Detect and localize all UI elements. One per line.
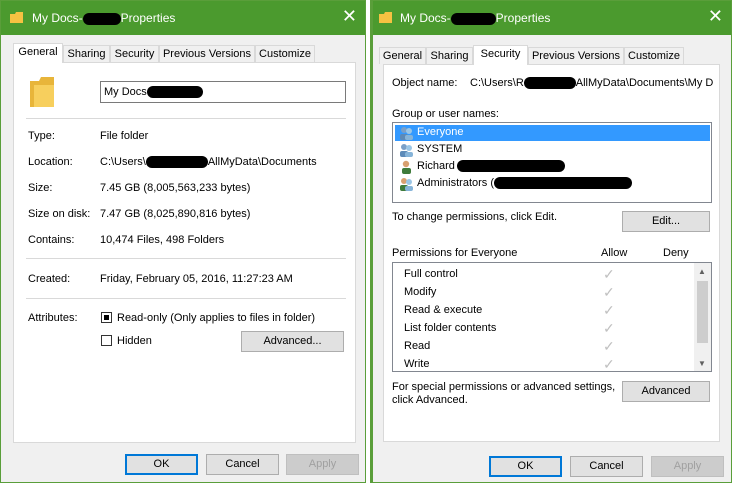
divider (26, 118, 346, 119)
apply-button[interactable]: Apply (651, 456, 724, 477)
properties-window-general: My Docs- Properties ✕ General Sharing Sec… (0, 0, 366, 483)
tab-general[interactable]: General (13, 43, 63, 63)
allow-check-icon: ✓ (603, 266, 615, 282)
special-permissions-text: For special permissions or advanced sett… (392, 381, 616, 393)
change-permissions-text: To change permissions, click Edit. (392, 211, 558, 223)
title-bar[interactable]: My Docs- Properties ✕ (1, 1, 365, 35)
folder-large-icon (30, 77, 54, 107)
user-item-everyone[interactable]: Everyone (395, 125, 710, 141)
user-name: Everyone (417, 126, 464, 138)
folder-name-field[interactable]: My Docs (100, 81, 346, 103)
user-item-system[interactable]: SYSTEM (395, 142, 710, 158)
divider (26, 258, 346, 259)
security-panel: Object name: C:\Users\R AllMyData\Documen… (383, 64, 720, 442)
folder-icon (10, 12, 23, 23)
size-on-disk-value: 7.47 GB (8,025,890,816 bytes) (100, 208, 251, 220)
tab-previous-versions[interactable]: Previous Versions (159, 45, 255, 62)
scroll-up-icon[interactable]: ▲ (698, 267, 706, 276)
attributes-label: Attributes: (28, 312, 78, 324)
permission-name: Write (404, 358, 430, 370)
object-name-value: C:\Users\R AllMyData\Documents\My D (470, 77, 714, 90)
users-group-icon (400, 127, 413, 140)
permission-row: Write ✓ (393, 356, 693, 372)
properties-window-security: My Docs- Properties ✕ General Sharing Sec… (370, 0, 732, 483)
permission-row: Full control ✓ (393, 266, 693, 284)
permissions-list[interactable]: Full control ✓ Modify ✓ Read & execute ✓ Li… (392, 262, 712, 372)
user-name: SYSTEM (417, 143, 463, 155)
close-button[interactable]: ✕ (342, 7, 357, 25)
hidden-checkbox[interactable] (101, 335, 112, 346)
contains-label: Contains: (28, 234, 75, 246)
permission-name: Read (404, 340, 431, 352)
user-item-richard[interactable]: Richard (395, 159, 710, 175)
edit-button[interactable]: Edit... (622, 211, 710, 232)
folder-icon (379, 12, 392, 23)
divider (26, 298, 346, 299)
location-label: Location: (28, 156, 73, 168)
permission-name: Modify (404, 286, 437, 298)
tab-security[interactable]: Security (473, 45, 528, 65)
group-label: Group or user names: (392, 108, 499, 120)
location-value: C:\Users\ AllMyData\Documents (100, 156, 317, 169)
tab-security[interactable]: Security (110, 45, 159, 62)
advanced-button[interactable]: Advanced... (241, 331, 344, 352)
permission-row: Read & execute ✓ (393, 302, 693, 320)
user-item-administrators[interactable]: Administrators ( (395, 176, 710, 192)
users-group-icon (400, 178, 413, 191)
object-name-label: Object name: (392, 77, 458, 89)
user-name: Richard (417, 160, 565, 173)
tab-sharing[interactable]: Sharing (63, 45, 110, 62)
allow-check-icon: ✓ (603, 284, 615, 300)
ok-button[interactable]: OK (125, 454, 198, 475)
window-title: My Docs- Properties (400, 11, 551, 25)
title-bar[interactable]: My Docs- Properties ✕ (373, 1, 731, 35)
allow-check-icon: ✓ (603, 338, 615, 354)
deny-header: Deny (663, 247, 689, 259)
readonly-checkbox[interactable] (101, 312, 112, 323)
readonly-label: Read-only (Only applies to files in fold… (117, 312, 316, 324)
type-value: File folder (100, 130, 149, 142)
contains-value: 10,474 Files, 498 Folders (100, 234, 225, 246)
user-icon (402, 160, 411, 174)
permission-name: Read & execute (404, 304, 483, 316)
permissions-for-label: Permissions for Everyone (392, 247, 518, 259)
user-list[interactable]: Everyone SYSTEM Richard Administrators ( (392, 122, 712, 203)
permission-row: List folder contents ✓ (393, 320, 693, 338)
allow-check-icon: ✓ (603, 302, 615, 318)
cancel-button[interactable]: Cancel (206, 454, 279, 475)
tab-previous-versions[interactable]: Previous Versions (528, 47, 624, 64)
cancel-button[interactable]: Cancel (570, 456, 643, 477)
folder-name-value: My Docs (104, 86, 203, 99)
permission-row: Read ✓ (393, 338, 693, 356)
advanced-button[interactable]: Advanced (622, 381, 710, 402)
special-permissions-text-2: click Advanced. (392, 394, 468, 406)
permission-name: List folder contents (404, 322, 497, 334)
created-label: Created: (28, 273, 71, 285)
user-name: Administrators ( (417, 177, 633, 190)
users-group-icon (400, 144, 413, 157)
type-label: Type: (28, 130, 55, 142)
scroll-thumb[interactable] (697, 281, 708, 343)
close-button[interactable]: ✕ (708, 7, 723, 25)
tab-customize[interactable]: Customize (255, 45, 315, 62)
allow-check-icon: ✓ (603, 356, 615, 372)
scrollbar[interactable]: ▲ ▼ (694, 263, 711, 371)
size-label: Size: (28, 182, 53, 194)
created-value: Friday, February 05, 2016, 11:27:23 AM (100, 273, 293, 285)
size-on-disk-label: Size on disk: (28, 208, 91, 220)
general-panel: My Docs Type: File folder Location: C:\U… (13, 62, 356, 443)
permission-row: Modify ✓ (393, 284, 693, 302)
ok-button[interactable]: OK (489, 456, 562, 477)
tab-general[interactable]: General (379, 47, 426, 64)
tab-customize[interactable]: Customize (624, 47, 684, 64)
hidden-label: Hidden (117, 335, 152, 347)
size-value: 7.45 GB (8,005,563,233 bytes) (100, 182, 251, 194)
scroll-down-icon[interactable]: ▼ (698, 359, 706, 368)
allow-check-icon: ✓ (603, 320, 615, 336)
permission-name: Full control (404, 268, 458, 280)
apply-button[interactable]: Apply (286, 454, 359, 475)
allow-header: Allow (601, 247, 628, 259)
window-title: My Docs- Properties (32, 11, 176, 25)
tab-sharing[interactable]: Sharing (426, 47, 473, 64)
